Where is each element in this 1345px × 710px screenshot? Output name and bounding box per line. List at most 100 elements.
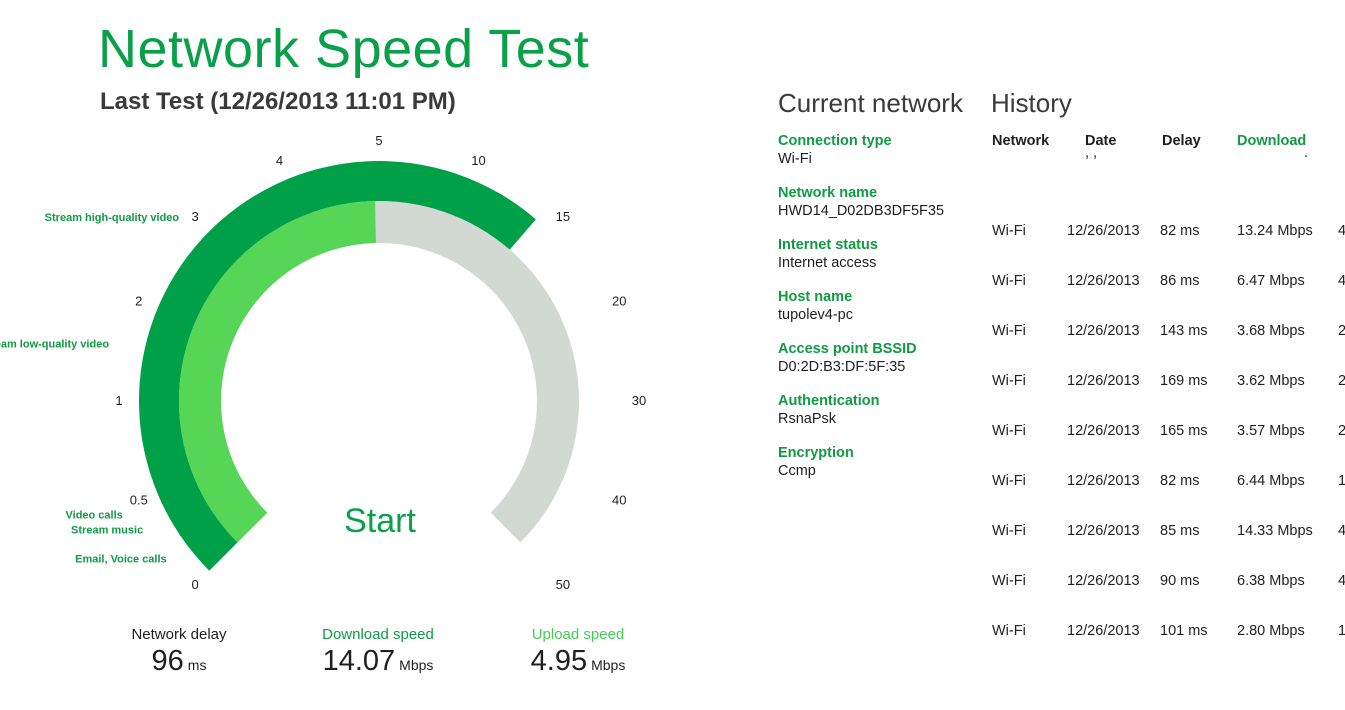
history-row[interactable]: Wi-Fi 12/26/2013 101 ms 2.80 Mbps 1: [992, 623, 1345, 651]
cn-value: RsnaPsk: [778, 411, 837, 427]
history-header-row: Network Date Delay Download: [992, 131, 1345, 155]
history-network: Wi-Fi: [992, 373, 1026, 389]
cn-key: Internet status: [778, 237, 878, 253]
cn-key: Encryption: [778, 445, 854, 461]
history-table[interactable]: Network Date Delay Download , , . Wi-Fi …: [992, 131, 1345, 651]
column-download[interactable]: Download: [1237, 133, 1306, 149]
history-delay: 82 ms: [1160, 473, 1200, 489]
history-network: Wi-Fi: [992, 223, 1026, 239]
history-delay: 86 ms: [1160, 273, 1200, 289]
current-network-heading: Current network: [778, 88, 963, 118]
history-upload: 4: [1338, 523, 1345, 539]
history-date: 12/26/2013: [1067, 223, 1140, 239]
history-upload: 4: [1338, 223, 1345, 239]
history-date: 12/26/2013: [1067, 523, 1140, 539]
last-test-label: Last Test (12/26/2013 11:01 PM): [100, 88, 456, 115]
history-upload: 4: [1338, 273, 1345, 289]
column-date[interactable]: Date: [1085, 133, 1116, 149]
history-delay: 82 ms: [1160, 223, 1200, 239]
history-download: 3.68 Mbps: [1237, 323, 1305, 339]
history-row[interactable]: Wi-Fi 12/26/2013 165 ms 3.57 Mbps 2: [992, 423, 1345, 473]
gauge-usage-label: Video calls: [66, 509, 123, 521]
network-delay-label: Network delay: [131, 626, 227, 643]
cn-value: tupolev4-pc: [778, 307, 853, 323]
download-speed-unit: Mbps: [399, 657, 434, 673]
metric-upload-speed: Upload speed 4.95 Mbps: [498, 626, 658, 678]
upload-speed-label: Upload speed: [531, 626, 625, 643]
gauge-tick-label: 20: [612, 294, 626, 309]
gauge-tick-label: 5: [375, 133, 382, 148]
metric-download-speed: Download speed 14.07 Mbps: [298, 626, 458, 678]
cn-key: Authentication: [778, 393, 880, 409]
history-download: 6.38 Mbps: [1237, 573, 1305, 589]
history-spacer: [992, 173, 1345, 223]
partial-download-fragment: .: [1304, 155, 1308, 161]
current-network-list: Connection type Wi-Fi Network name HWD14…: [778, 133, 978, 497]
cn-item-access-point-bssid: Access point BSSID D0:2D:B3:DF:5F:35: [778, 341, 978, 393]
history-download: 13.24 Mbps: [1237, 223, 1313, 239]
history-row[interactable]: Wi-Fi 12/26/2013 86 ms 6.47 Mbps 4: [992, 273, 1345, 323]
cn-key: Network name: [778, 185, 878, 201]
gauge-usage-label: Stream high-quality video: [45, 212, 180, 224]
upload-speed-unit: Mbps: [591, 657, 626, 673]
cn-value: Ccmp: [778, 463, 816, 479]
history-network: Wi-Fi: [992, 323, 1026, 339]
history-delay: 169 ms: [1160, 373, 1208, 389]
history-date: 12/26/2013: [1067, 323, 1140, 339]
history-upload: 2: [1338, 423, 1345, 439]
history-download: 2.80 Mbps: [1237, 623, 1305, 639]
history-row[interactable]: Wi-Fi 12/26/2013 85 ms 14.33 Mbps 4: [992, 523, 1345, 573]
history-network: Wi-Fi: [992, 523, 1026, 539]
history-network: Wi-Fi: [992, 423, 1026, 439]
history-delay: 143 ms: [1160, 323, 1208, 339]
history-row[interactable]: Wi-Fi 12/26/2013 82 ms 13.24 Mbps 4: [992, 223, 1345, 273]
cn-value: HWD14_D02DB3DF5F35: [778, 203, 945, 219]
upload-speed-number: 4.95: [530, 645, 588, 677]
history-upload: 4: [1338, 573, 1345, 589]
history-row[interactable]: Wi-Fi 12/26/2013 82 ms 6.44 Mbps 1: [992, 473, 1345, 523]
cn-key: Access point BSSID: [778, 341, 917, 357]
history-row[interactable]: Wi-Fi 12/26/2013 143 ms 3.68 Mbps 2: [992, 323, 1345, 373]
history-row[interactable]: Wi-Fi 12/26/2013 90 ms 6.38 Mbps 4: [992, 573, 1345, 623]
gauge-tick-label: 4: [276, 153, 283, 168]
history-download: 6.44 Mbps: [1237, 473, 1305, 489]
history-delay: 165 ms: [1160, 423, 1208, 439]
gauge-tick-label: 1: [115, 393, 122, 408]
history-row[interactable]: Wi-Fi 12/26/2013 169 ms 3.62 Mbps 2: [992, 373, 1345, 423]
gauge-tick-label: 2: [135, 294, 142, 309]
history-date: 12/26/2013: [1067, 373, 1140, 389]
gauge-tick-label: 0.5: [130, 492, 148, 507]
history-download: 3.62 Mbps: [1237, 373, 1305, 389]
history-rows[interactable]: , , . Wi-Fi 12/26/2013 82 ms 13.24 Mbps …: [992, 155, 1345, 651]
history-download: 14.33 Mbps: [1237, 523, 1313, 539]
cn-item-host-name: Host name tupolev4-pc: [778, 289, 978, 341]
history-upload: 1: [1338, 473, 1345, 489]
network-delay-number: 96: [151, 645, 184, 677]
gauge-tick-label: 40: [612, 492, 626, 507]
column-network[interactable]: Network: [992, 133, 1049, 149]
gauge-tick-label: 30: [632, 393, 646, 408]
gauge-tick-label: 50: [556, 577, 570, 592]
history-network: Wi-Fi: [992, 273, 1026, 289]
history-date: 12/26/2013: [1067, 623, 1140, 639]
download-speed-label: Download speed: [322, 626, 434, 643]
page-title: Network Speed Test: [98, 19, 590, 79]
gauge-usage-label: Email, Voice calls: [75, 554, 167, 566]
history-date: 12/26/2013: [1067, 273, 1140, 289]
cn-key: Connection type: [778, 133, 892, 149]
cn-item-encryption: Encryption Ccmp: [778, 445, 978, 497]
history-download: 6.47 Mbps: [1237, 273, 1305, 289]
cn-value: Wi-Fi: [778, 151, 812, 167]
history-heading: History: [991, 88, 1072, 118]
cn-key: Host name: [778, 289, 853, 305]
gauge-tick-label: 3: [192, 209, 199, 224]
download-speed-number: 14.07: [322, 645, 396, 677]
history-upload: 2: [1338, 323, 1345, 339]
cn-item-authentication: Authentication RsnaPsk: [778, 393, 978, 445]
column-delay[interactable]: Delay: [1162, 133, 1201, 149]
network-delay-value: 96 ms: [99, 645, 259, 678]
start-button[interactable]: Start: [330, 502, 430, 541]
history-date: 12/26/2013: [1067, 573, 1140, 589]
partial-date-fragment: , ,: [1085, 155, 1097, 161]
gauge-tick-label: 15: [556, 209, 570, 224]
